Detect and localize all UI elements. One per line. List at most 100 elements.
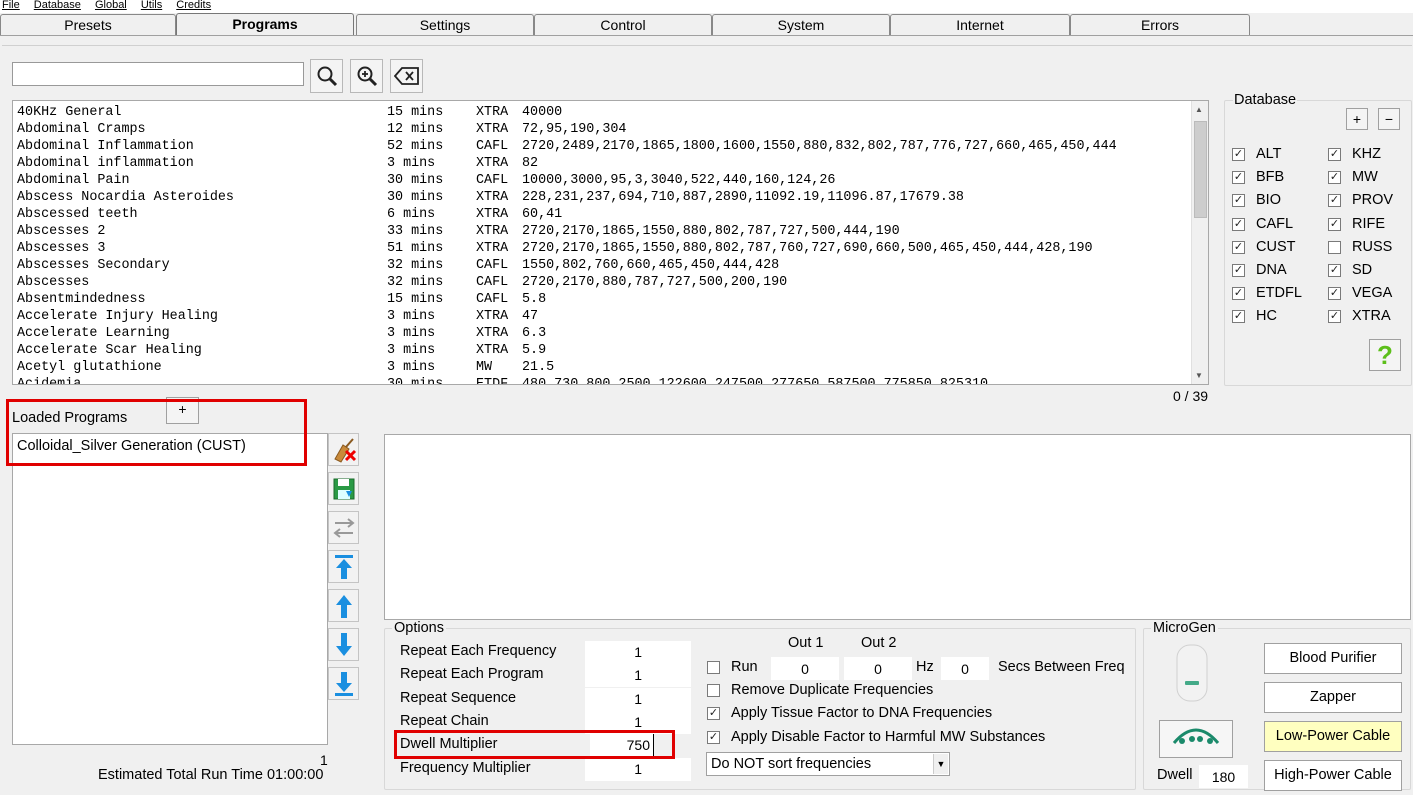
option-checkbox[interactable]: ✓: [707, 707, 720, 721]
db-label: ALT: [1256, 146, 1282, 162]
search-input[interactable]: [12, 62, 304, 86]
program-row[interactable]: Abscesses 3 51 mins XTRA 2720,2170,1865,155…: [17, 240, 1197, 257]
program-row[interactable]: Acidemia 30 mins ETDF 480,730,800,2500,1226…: [17, 376, 1197, 385]
program-list[interactable]: 40KHz General 15 mins XTRA 40000 Abdominal C…: [12, 100, 1209, 385]
tab-settings[interactable]: Settings: [356, 14, 534, 35]
program-freqs: 480,730,800,2500,122600,247500,277650,58…: [522, 377, 989, 385]
menu-credits[interactable]: Credits: [176, 0, 211, 11]
program-time: 15 mins: [387, 292, 444, 307]
program-db: XTRA: [476, 122, 509, 137]
program-row[interactable]: Accelerate Scar Healing 3 mins XTRA 5.9: [17, 342, 1197, 359]
save-program-button[interactable]: [328, 472, 359, 505]
program-row[interactable]: Abscess Nocardia Asteroides 30 mins XTRA 22…: [17, 189, 1197, 206]
database-remove-button[interactable]: −: [1378, 108, 1400, 130]
dwell-field[interactable]: 180: [1199, 765, 1248, 788]
tab-presets[interactable]: Presets: [0, 14, 176, 35]
db-checkbox-xtra[interactable]: ✓: [1328, 310, 1341, 324]
chevron-down-icon[interactable]: ▼: [933, 754, 948, 774]
database-add-button[interactable]: +: [1346, 108, 1368, 130]
program-row[interactable]: Abdominal Cramps 12 mins XTRA 72,95,190,304: [17, 121, 1197, 138]
swap-program-button[interactable]: [328, 511, 359, 544]
db-checkbox-cafl[interactable]: ✓: [1232, 217, 1245, 231]
remove-program-button[interactable]: [328, 433, 359, 466]
option-value-field[interactable]: 1: [585, 641, 691, 664]
clear-search-button[interactable]: [390, 59, 423, 93]
content-border: [2, 45, 1412, 46]
program-row[interactable]: Abdominal Pain 30 mins CAFL 10000,3000,95,3…: [17, 172, 1197, 189]
db-checkbox-cust[interactable]: ✓: [1232, 240, 1245, 254]
program-row[interactable]: Abscessed teeth 6 mins XTRA 60,41: [17, 206, 1197, 223]
menu-utils[interactable]: Utils: [141, 0, 162, 11]
program-row[interactable]: Accelerate Learning 3 mins XTRA 6.3: [17, 325, 1197, 342]
search-button[interactable]: [310, 59, 343, 93]
option-value-field[interactable]: 1: [585, 757, 691, 781]
db-checkbox-khz[interactable]: ✓: [1328, 148, 1341, 161]
tab-programs[interactable]: Programs: [176, 13, 354, 36]
program-row[interactable]: 40KHz General 15 mins XTRA 40000: [17, 104, 1197, 121]
tab-system[interactable]: System: [712, 14, 890, 35]
high-power-cable-button[interactable]: High-Power Cable: [1264, 760, 1402, 791]
program-row[interactable]: Abscesses Secondary 32 mins CAFL 1550,802,7…: [17, 257, 1197, 274]
option-value-field[interactable]: 1: [585, 687, 691, 711]
option-checkbox[interactable]: ✓: [707, 730, 720, 744]
program-row[interactable]: Abdominal Inflammation 52 mins CAFL 2720,24…: [17, 138, 1197, 155]
options-title: Options: [392, 620, 446, 636]
program-row[interactable]: Accelerate Injury Healing 3 mins XTRA 47: [17, 308, 1197, 325]
option-checkbox[interactable]: [707, 684, 720, 697]
move-bottom-button[interactable]: [328, 667, 359, 700]
program-db: ETDF: [476, 377, 509, 385]
sort-select[interactable]: Do NOT sort frequencies ▼: [706, 752, 950, 776]
scroll-down-icon[interactable]: ▼: [1195, 371, 1203, 380]
db-checkbox-vega[interactable]: ✓: [1328, 287, 1341, 301]
program-row[interactable]: Acetyl glutathione 3 mins MW 21.5: [17, 359, 1197, 376]
run-checkbox[interactable]: [707, 661, 720, 674]
db-label: MW: [1352, 169, 1378, 186]
loaded-programs-list[interactable]: Colloidal_Silver Generation (CUST): [12, 433, 328, 745]
secs-between-field[interactable]: 0: [941, 657, 989, 680]
list-counter: 0 / 39: [1173, 388, 1209, 404]
option-value-field[interactable]: 1: [585, 664, 691, 688]
db-checkbox-etdfl[interactable]: ✓: [1232, 287, 1245, 301]
tab-internet[interactable]: Internet: [890, 14, 1070, 35]
program-row[interactable]: Abscesses 32 mins CAFL 2720,2170,880,787,72…: [17, 274, 1197, 291]
db-label: KHZ: [1352, 146, 1381, 162]
program-row[interactable]: Abscesses 2 33 mins XTRA 2720,2170,1865,155…: [17, 223, 1197, 240]
program-name: Abscesses 2: [17, 224, 106, 239]
tab-errors[interactable]: Errors: [1070, 14, 1250, 35]
microgen-connect-button[interactable]: [1159, 720, 1233, 758]
db-checkbox-bio[interactable]: ✓: [1232, 194, 1245, 208]
program-row[interactable]: Abdominal inflammation 3 mins XTRA 82: [17, 155, 1197, 172]
menu-global[interactable]: Global: [95, 0, 127, 11]
zapper-button[interactable]: Zapper: [1264, 682, 1402, 713]
run-out2-field[interactable]: 0: [844, 657, 912, 680]
list-scrollbar[interactable]: ▲ ▼: [1191, 101, 1208, 384]
blood-purifier-button[interactable]: Blood Purifier: [1264, 643, 1402, 674]
scroll-thumb[interactable]: [1194, 121, 1207, 218]
menu-database[interactable]: Database: [34, 0, 81, 11]
swap-icon: [332, 517, 355, 538]
db-checkbox-prov[interactable]: ✓: [1328, 194, 1341, 208]
help-button[interactable]: ?: [1369, 339, 1401, 371]
db-checkbox-rife[interactable]: ✓: [1328, 217, 1341, 231]
db-checkbox-alt[interactable]: ✓: [1232, 148, 1245, 161]
run-out1-field[interactable]: 0: [771, 657, 839, 680]
db-checkbox-mw[interactable]: ✓: [1328, 171, 1341, 185]
move-up-button[interactable]: [328, 589, 359, 622]
db-checkbox-russ[interactable]: [1328, 240, 1341, 254]
scroll-up-icon[interactable]: ▲: [1195, 105, 1203, 114]
tab-control[interactable]: Control: [534, 14, 712, 35]
db-checkbox-sd[interactable]: ✓: [1328, 264, 1341, 277]
db-checkbox-bfb[interactable]: ✓: [1232, 171, 1245, 185]
zoom-search-button[interactable]: [350, 59, 383, 93]
low-power-cable-button[interactable]: Low-Power Cable: [1264, 721, 1402, 752]
db-checkbox-hc[interactable]: ✓: [1232, 310, 1245, 324]
menu-file[interactable]: File: [2, 0, 20, 11]
program-name: Abscesses: [17, 275, 90, 290]
program-time: 32 mins: [387, 275, 444, 290]
move-top-button[interactable]: [328, 550, 359, 583]
program-rows: 40KHz General 15 mins XTRA 40000 Abdominal C…: [17, 104, 1197, 385]
db-checkbox-dna[interactable]: ✓: [1232, 264, 1245, 277]
move-down-button[interactable]: [328, 628, 359, 661]
program-name: Abscessed teeth: [17, 207, 138, 222]
program-row[interactable]: Absentmindedness 15 mins CAFL 5.8: [17, 291, 1197, 308]
